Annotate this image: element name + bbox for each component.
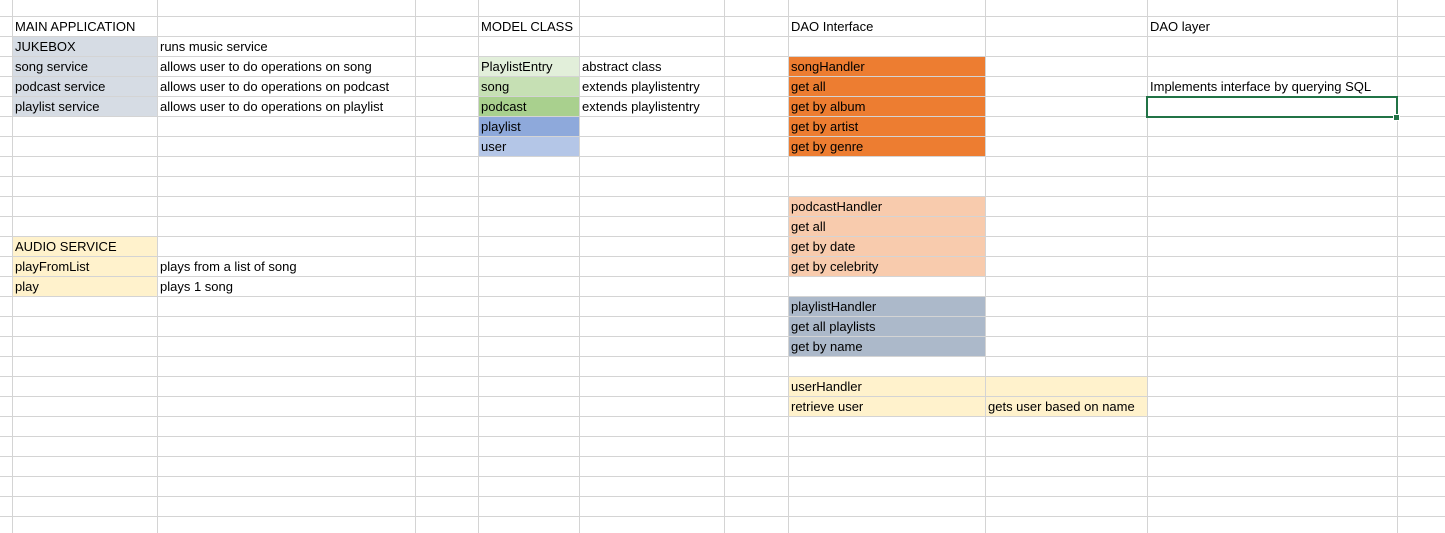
song-handler-method[interactable]: get by artist <box>788 117 858 137</box>
spreadsheet-grid[interactable]: MAIN APPLICATION JUKEBOX runs music serv… <box>0 0 1445 533</box>
audio-desc-playfromlist[interactable]: plays from a list of song <box>157 257 297 277</box>
main-app-desc-jukebox[interactable]: runs music service <box>157 37 268 57</box>
main-app-desc-song-service[interactable]: allows user to do operations on song <box>157 57 372 77</box>
song-handler-method[interactable]: get all <box>788 77 826 97</box>
model-class-header[interactable]: MODEL CLASS <box>478 17 573 37</box>
user-handler-title[interactable]: userHandler <box>788 377 862 397</box>
main-app-item-song-service[interactable]: song service <box>12 57 88 77</box>
audio-desc-play[interactable]: plays 1 song <box>157 277 233 297</box>
model-item-song[interactable]: song <box>478 77 509 97</box>
dao-interface-header[interactable]: DAO Interface <box>788 17 873 37</box>
audio-service-header[interactable]: AUDIO SERVICE <box>12 237 117 257</box>
model-item-user[interactable]: user <box>478 137 506 157</box>
fill-handle[interactable] <box>1393 114 1400 121</box>
model-item-podcast[interactable]: podcast <box>478 97 527 117</box>
dao-layer-header[interactable]: DAO layer <box>1147 17 1210 37</box>
audio-item-play[interactable]: play <box>12 277 39 297</box>
main-app-item-podcast-service[interactable]: podcast service <box>12 77 105 97</box>
podcast-handler-method[interactable]: get by date <box>788 237 855 257</box>
model-item-playlistentry[interactable]: PlaylistEntry <box>478 57 553 77</box>
playlist-handler-method[interactable]: get all playlists <box>788 317 876 337</box>
main-app-item-playlist-service[interactable]: playlist service <box>12 97 100 117</box>
playlist-handler-method[interactable]: get by name <box>788 337 863 357</box>
podcast-handler-method[interactable]: get all <box>788 217 826 237</box>
user-handler-method[interactable]: retrieve user <box>788 397 863 417</box>
podcast-handler-method[interactable]: get by celebrity <box>788 257 878 277</box>
model-desc-song[interactable]: extends playlistentry <box>579 77 700 97</box>
audio-item-playfromlist[interactable]: playFromList <box>12 257 89 277</box>
dao-layer-note[interactable]: Implements interface by querying SQL <box>1147 77 1371 97</box>
main-app-desc-playlist-service[interactable]: allows user to do operations on playlist <box>157 97 383 117</box>
main-app-item-jukebox[interactable]: JUKEBOX <box>12 37 76 57</box>
user-handler-note[interactable]: gets user based on name <box>985 397 1135 417</box>
song-handler-title[interactable]: songHandler <box>788 57 865 77</box>
model-item-playlist[interactable]: playlist <box>478 117 521 137</box>
model-desc-podcast[interactable]: extends playlistentry <box>579 97 700 117</box>
model-desc-playlistentry[interactable]: abstract class <box>579 57 661 77</box>
song-handler-method[interactable]: get by album <box>788 97 865 117</box>
song-handler-method[interactable]: get by genre <box>788 137 863 157</box>
main-application-header[interactable]: MAIN APPLICATION <box>12 17 135 37</box>
selected-cell[interactable] <box>1146 96 1398 118</box>
podcast-handler-title[interactable]: podcastHandler <box>788 197 882 217</box>
main-app-desc-podcast-service[interactable]: allows user to do operations on podcast <box>157 77 389 97</box>
playlist-handler-title[interactable]: playlistHandler <box>788 297 876 317</box>
